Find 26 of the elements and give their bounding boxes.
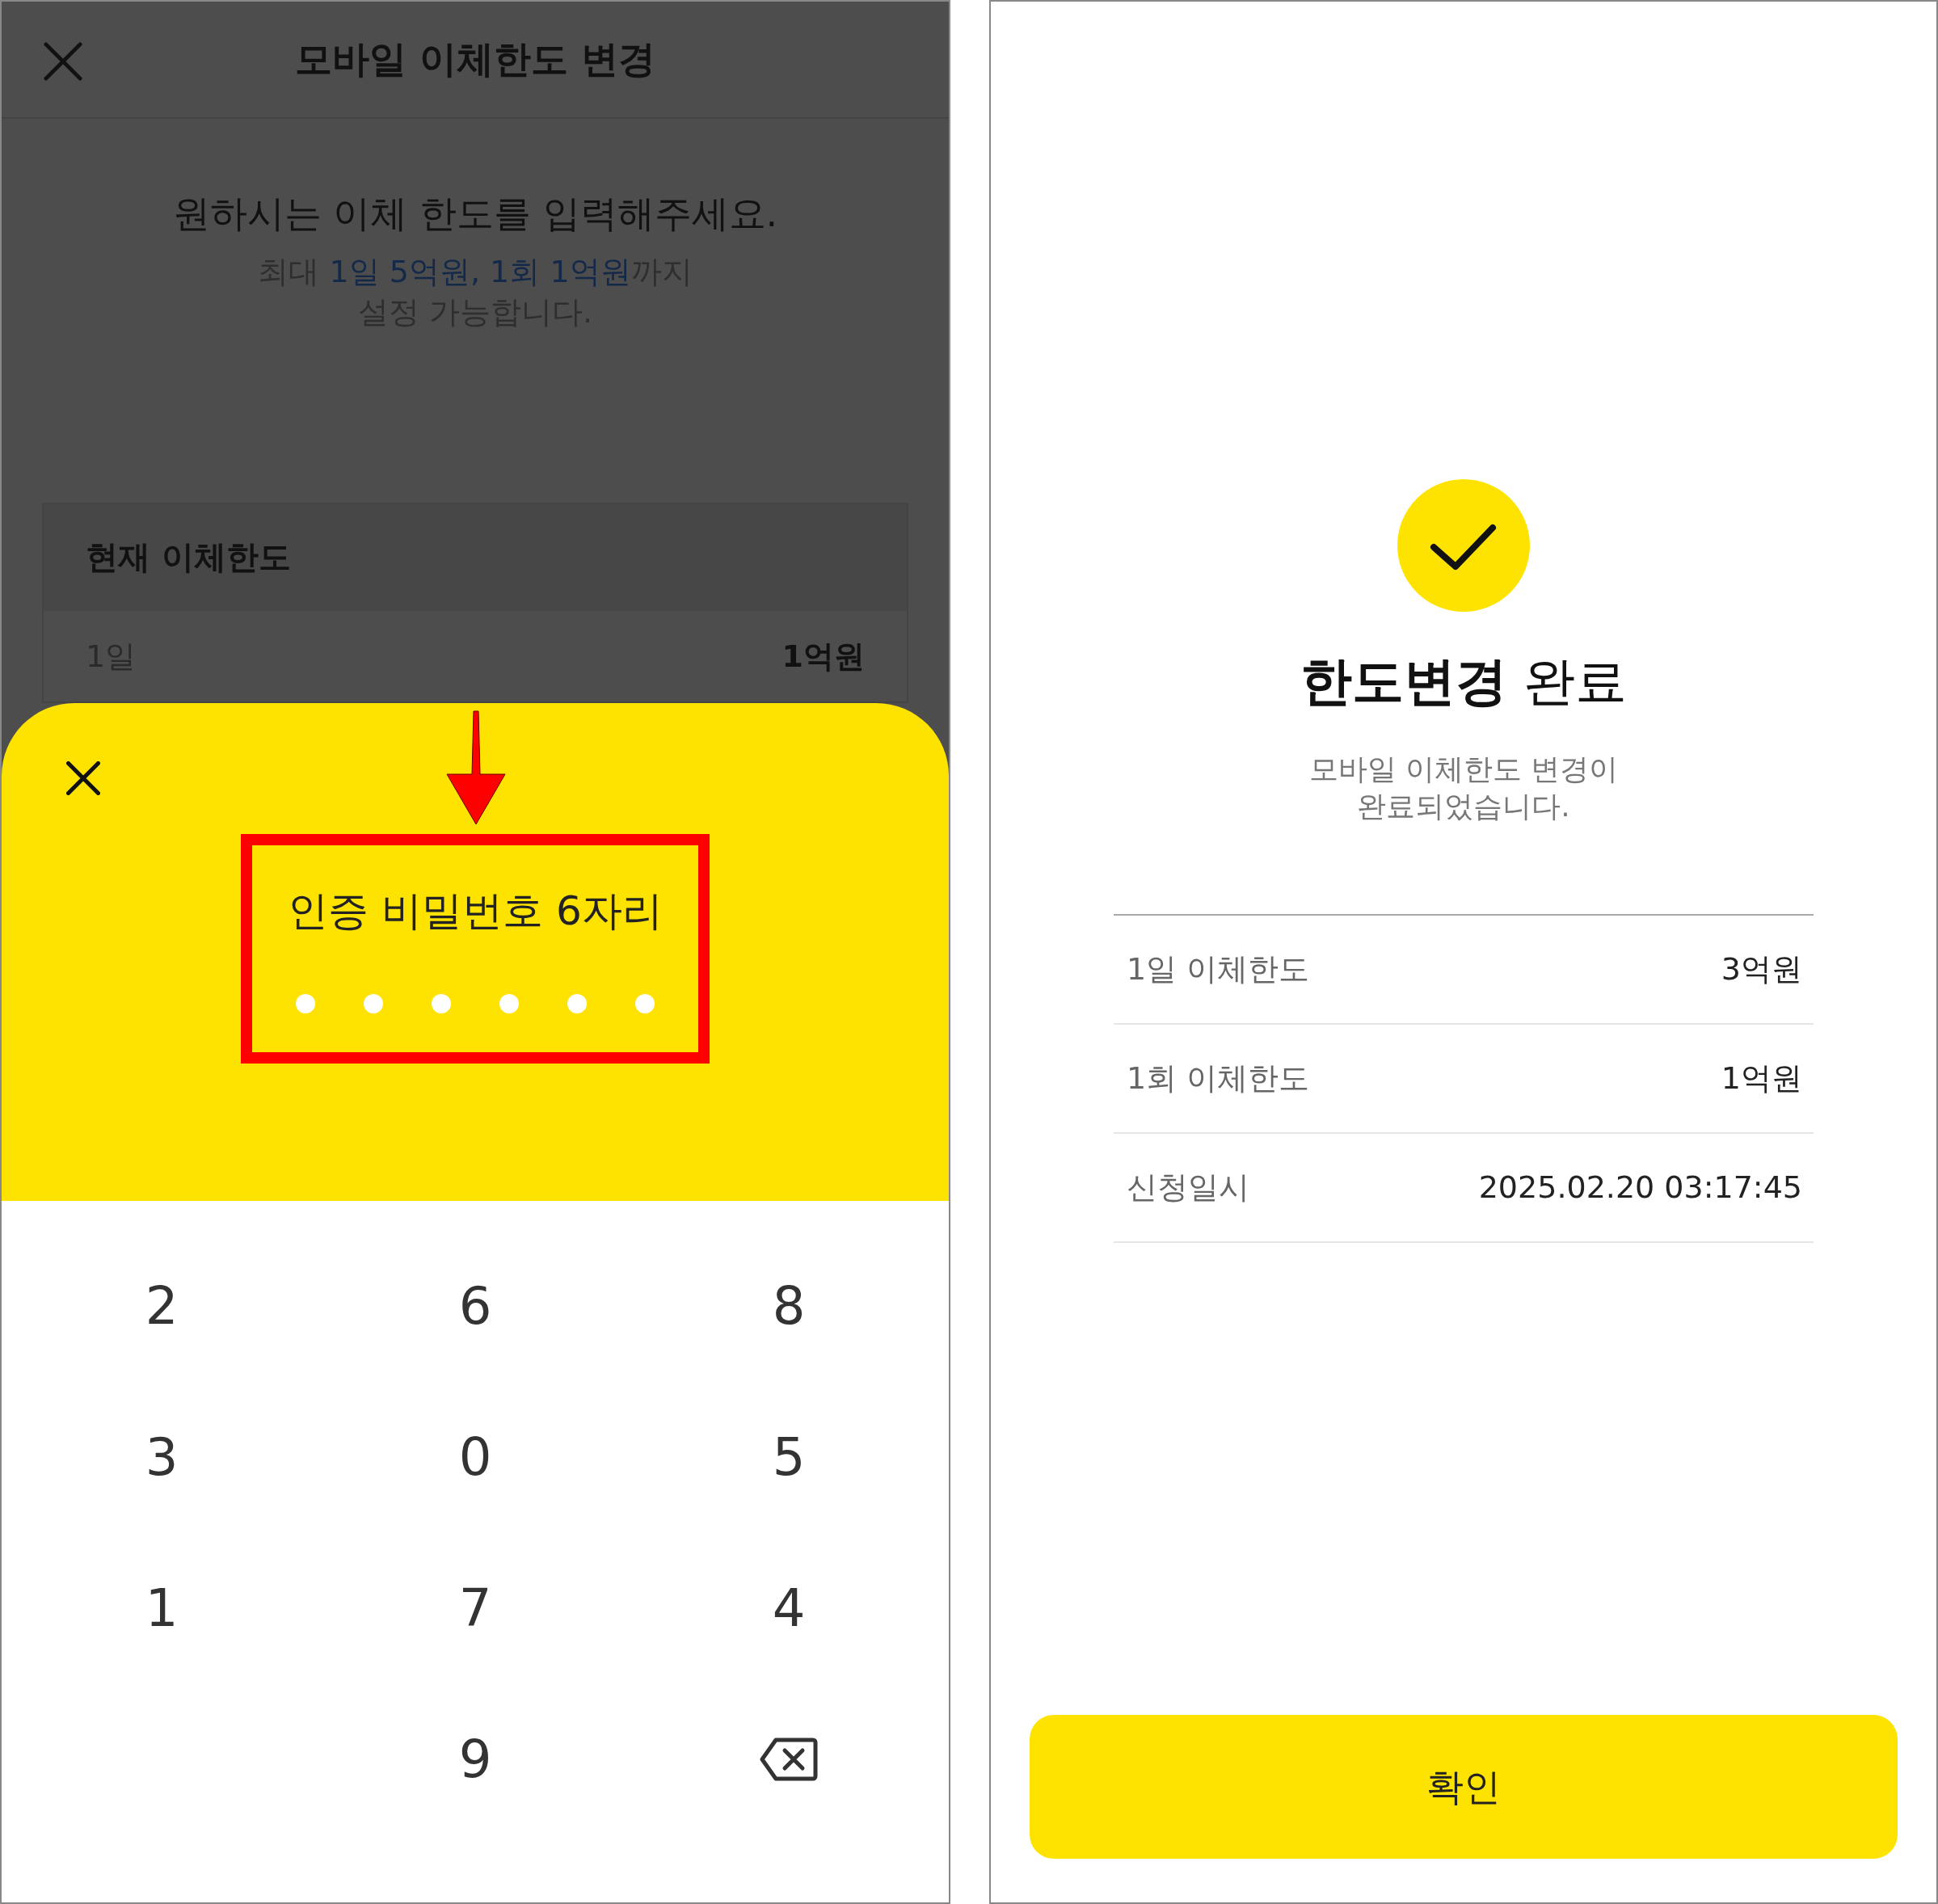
backspace-icon[interactable] [760, 1736, 818, 1782]
keypad-key[interactable]: 5 [632, 1381, 946, 1532]
result-title: 한도변경 완료 [1300, 651, 1628, 713]
keypad-key[interactable]: 3 [5, 1381, 318, 1532]
keypad-key[interactable]: 1 [5, 1532, 318, 1683]
intro-heading: 원하시는 이체 한도를 입력해주세요. [172, 191, 778, 237]
keypad-key[interactable]: 9 [318, 1683, 632, 1834]
limit-value: 1억원 [782, 637, 865, 676]
checkmark-icon [1397, 479, 1530, 612]
keypad-key[interactable]: 2 [5, 1230, 318, 1381]
confirm-button[interactable]: 확인 [1030, 1715, 1898, 1859]
keypad-key[interactable]: 0 [318, 1381, 632, 1532]
keypad-key[interactable]: 6 [318, 1230, 632, 1381]
detail-label: 1회 이체한도 [1127, 1059, 1310, 1097]
detail-value: 3억원 [1721, 950, 1802, 988]
keypad-key[interactable]: 4 [632, 1532, 946, 1683]
pin-prompt: 인증 비밀번호 6자리 [288, 887, 663, 936]
detail-label: 1일 이체한도 [1127, 950, 1310, 988]
keypad-key[interactable]: 7 [318, 1532, 632, 1683]
screen-title: 모바일 이체한도 변경 [295, 36, 655, 82]
close-icon[interactable] [66, 761, 100, 795]
keypad-key[interactable]: 8 [632, 1230, 946, 1381]
detail-value: 2025.02.20 03:17:45 [1478, 1169, 1802, 1207]
detail-value: 1억원 [1721, 1059, 1802, 1097]
detail-label: 신청일시 [1127, 1169, 1249, 1207]
result-message: 모바일 이체한도 변경이 완료되었습니다. [1308, 752, 1619, 824]
